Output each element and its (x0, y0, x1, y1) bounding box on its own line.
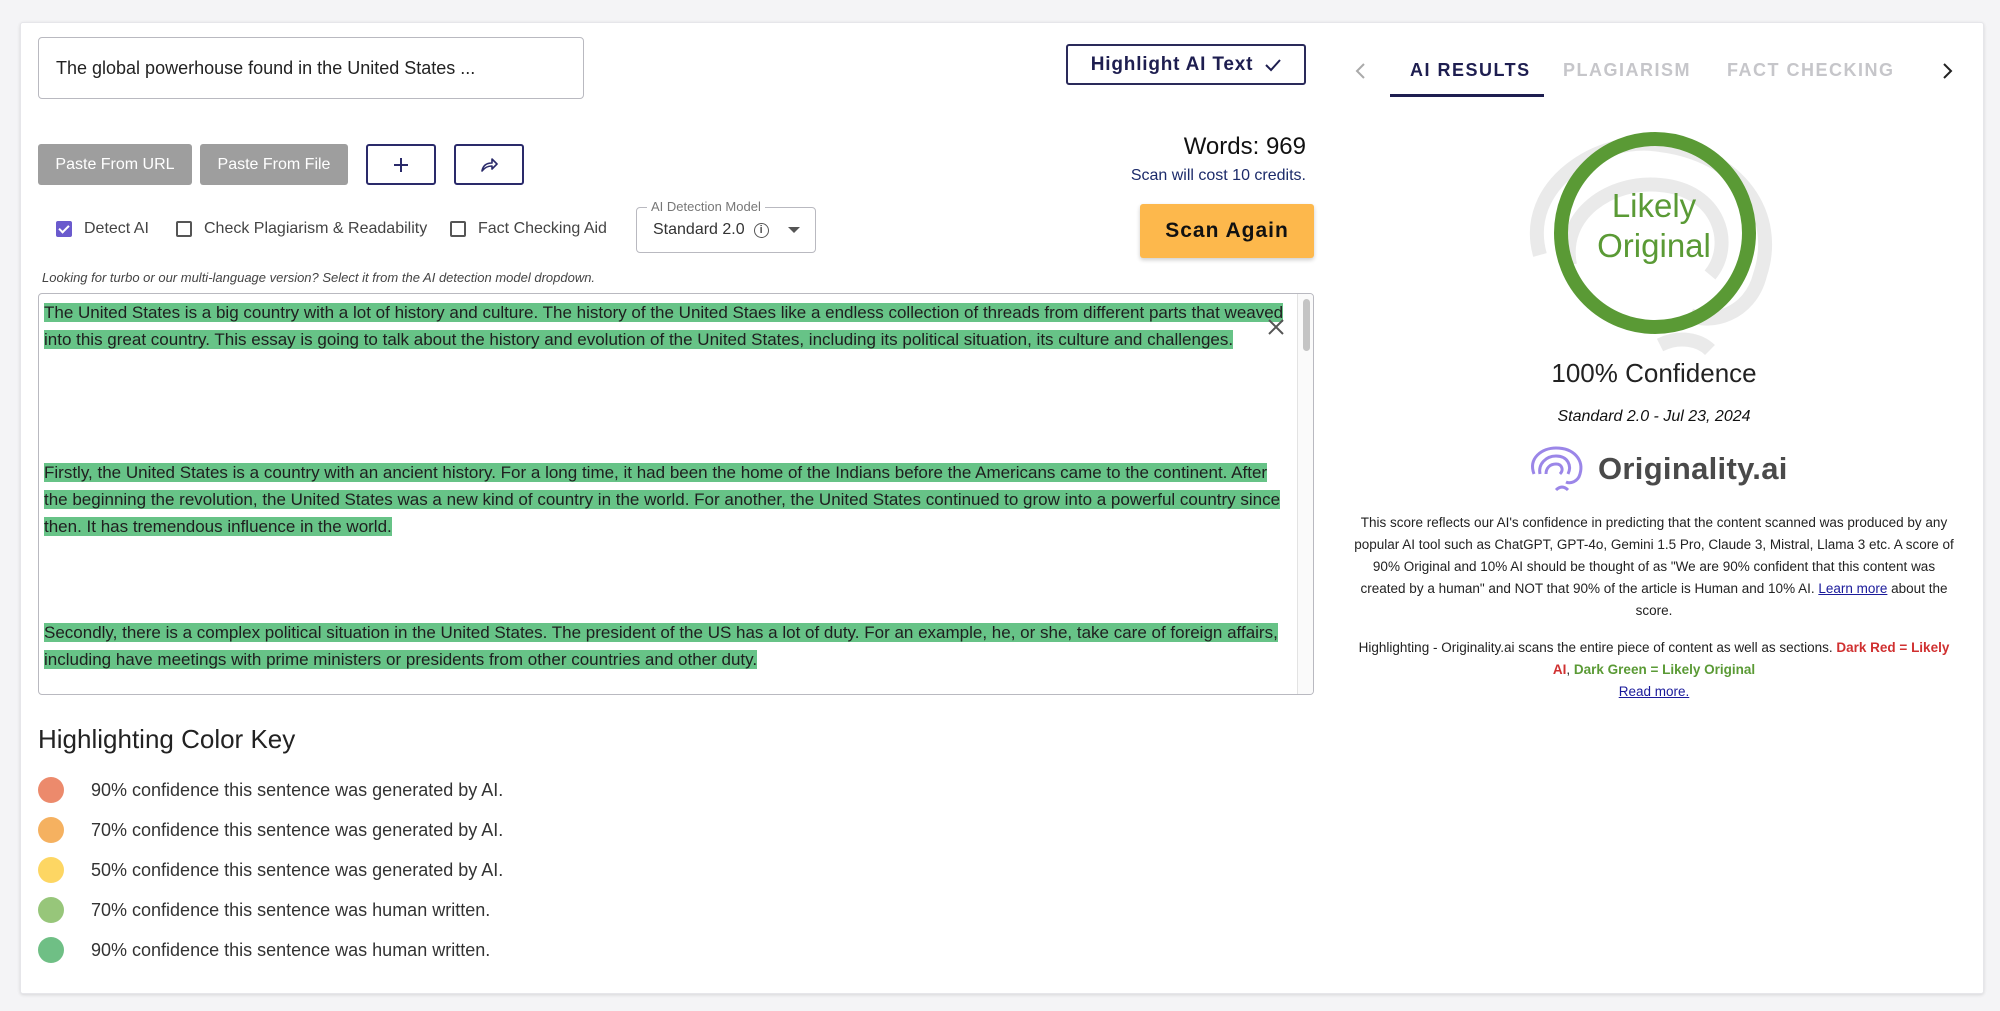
plagiarism-label: Check Plagiarism & Readability (204, 220, 428, 237)
color-key-item: 50% confidence this sentence was generat… (38, 857, 503, 883)
verdict-line-2: Original (1597, 227, 1711, 264)
add-button[interactable] (366, 144, 436, 185)
check-icon (1265, 58, 1281, 71)
document-title-input[interactable]: The global powerhouse found in the Unite… (38, 37, 584, 99)
color-key-label: 90% confidence this sentence was human w… (91, 939, 491, 960)
detect-ai-label: Detect AI (84, 220, 149, 237)
score-description: This score reflects our AI's confidence … (1350, 512, 1958, 622)
paste-from-file-button[interactable]: Paste From File (200, 144, 348, 185)
color-key-item: 70% confidence this sentence was generat… (38, 817, 503, 843)
highlight-ai-text-label: Highlight AI Text (1090, 53, 1254, 75)
paragraph-1: The United States is a big country with … (44, 299, 1294, 353)
plagiarism-checkbox[interactable] (176, 221, 192, 237)
color-swatch (38, 817, 64, 843)
share-button[interactable] (454, 144, 524, 185)
detect-ai-option[interactable]: Detect AI (56, 220, 149, 238)
color-swatch (38, 937, 64, 963)
tab-ai-results[interactable]: AI RESULTS (1410, 60, 1531, 81)
highlighted-sentence: The United States is a big country with … (44, 303, 1284, 349)
highlighted-sentence: Firstly, the United States is a country … (44, 463, 1281, 536)
brain-logo-icon (1531, 446, 1583, 492)
highlighting-note: Highlighting - Originality.ai scans the … (1350, 637, 1958, 703)
plus-icon (394, 157, 408, 172)
fact-check-option[interactable]: Fact Checking Aid (450, 220, 607, 238)
color-key-label: 70% confidence this sentence was generat… (91, 819, 504, 840)
caret-down-icon (787, 227, 800, 233)
ai-detection-model-select[interactable]: AI Detection Model Standard 2.0 i (636, 199, 816, 253)
confidence-score: 100% Confidence (1551, 358, 1757, 388)
paragraph-2: Firstly, the United States is a country … (44, 459, 1294, 540)
read-more-link[interactable]: Read more. (1619, 684, 1690, 699)
highlight-note-prefix: Highlighting - Originality.ai scans the … (1358, 640, 1837, 655)
color-key-title: Highlighting Color Key (38, 724, 296, 754)
close-icon[interactable] (1265, 316, 1287, 338)
dark-green-legend: Dark Green = Likely Original (1573, 662, 1756, 677)
highlight-ai-text-button[interactable]: Highlight AI Text (1066, 44, 1306, 85)
scroll-thumb[interactable] (1303, 299, 1310, 351)
scrollbar[interactable] (1297, 294, 1313, 694)
plagiarism-option[interactable]: Check Plagiarism & Readability (176, 220, 427, 238)
brand-name: Originality.ai (1598, 451, 1788, 486)
word-count: Words: 969 (1183, 133, 1306, 160)
color-swatch (38, 857, 64, 883)
color-key-item: 90% confidence this sentence was human w… (38, 937, 490, 963)
chevron-left-icon[interactable] (1354, 62, 1368, 80)
verdict-label: Likely Original (1554, 186, 1754, 266)
content-text-area[interactable]: The United States is a big country with … (38, 293, 1314, 695)
color-swatch (38, 777, 64, 803)
detect-ai-checkbox[interactable] (56, 221, 72, 237)
learn-more-link[interactable]: Learn more (1818, 581, 1887, 596)
legend-separator: , (1566, 662, 1574, 677)
scan-again-button[interactable]: Scan Again (1140, 204, 1314, 258)
brand-logo: Originality.ai (1526, 444, 1788, 494)
paragraph-3: Secondly, there is a complex political s… (44, 619, 1294, 673)
fact-check-label: Fact Checking Aid (478, 220, 607, 237)
model-select-value: Standard 2.0 (653, 221, 745, 238)
paste-from-url-button[interactable]: Paste From URL (38, 144, 192, 185)
verdict-line-1: Likely (1611, 187, 1697, 224)
fact-check-checkbox[interactable] (450, 221, 466, 237)
color-key-label: 50% confidence this sentence was generat… (91, 859, 504, 880)
tab-plagiarism[interactable]: PLAGIARISM (1563, 60, 1691, 81)
chevron-right-icon[interactable] (1940, 62, 1954, 80)
model-date: Standard 2.0 - Jul 23, 2024 (1557, 408, 1751, 425)
active-tab-indicator (1390, 94, 1544, 97)
share-icon (481, 157, 498, 172)
model-select-legend: AI Detection Model (647, 199, 765, 214)
color-key-label: 70% confidence this sentence was human w… (91, 899, 491, 920)
color-key-label: 90% confidence this sentence was generat… (91, 779, 504, 800)
color-key-item: 90% confidence this sentence was generat… (38, 777, 503, 803)
model-hint-text: Looking for turbo or our multi-language … (42, 270, 596, 285)
color-key-item: 70% confidence this sentence was human w… (38, 897, 490, 923)
tab-fact-checking[interactable]: FACT CHECKING (1727, 60, 1895, 81)
info-icon[interactable]: i (753, 222, 769, 238)
color-swatch (38, 897, 64, 923)
highlighted-sentence: Secondly, there is a complex political s… (44, 623, 1278, 669)
scan-cost: Scan will cost 10 credits. (1130, 167, 1306, 184)
